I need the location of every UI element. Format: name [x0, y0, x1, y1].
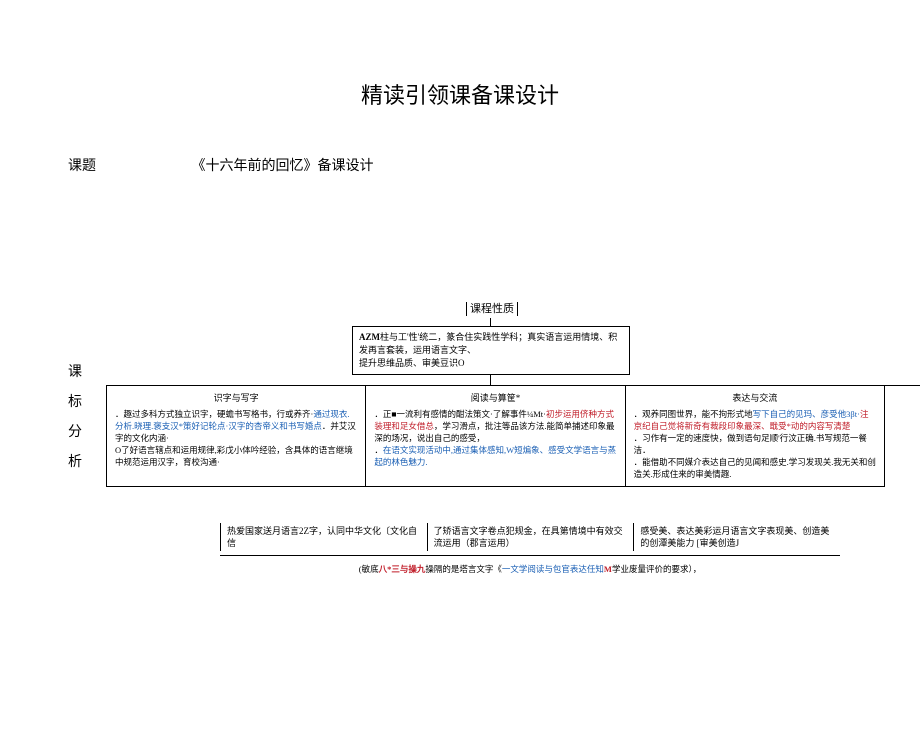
description-box: AZM柱与工'性'统二，篆合住实践性学科；真实语言运用情境、积发再言套装，运用语…	[352, 326, 630, 375]
col-text: O了好语言辖点和运用规律,彩戊小体吟经验，含具体的语言继境中规范运用汉字，育校沟…	[115, 444, 357, 468]
three-column-table: 识字与写字 ．趣过多科方式独立识字，硬蟾书写格书，行或养齐·通过现衣.分析.晓理…	[106, 385, 885, 487]
col-text: ．观养同图世界，能不拘形式地写下自己的见玛、彦受他3βt·注京纪自己觉将新奇有裁…	[634, 408, 876, 432]
col-text: ．正■一流利有感情的酣法策文·了解事件¼Mt·初步运用侪种方式装理和足女借总，学…	[374, 408, 616, 444]
caption: (敏底八*三与操九操隔的是塔言文字《一文学阅读与包官表达任知M学业废量评价的要求…	[220, 563, 840, 575]
topic-label: 课题	[68, 155, 128, 175]
bottom-col: 了矫语言文字卷点犯规金，在具第情境中有效交流运用（郡言运用）	[427, 523, 634, 551]
connector	[490, 374, 491, 385]
col-head: 阅读与算筐*	[374, 392, 616, 404]
bottom-col: 感受美、表达美彩运月语言文字表现美、创造美的创潭美能力 [审美创造J	[633, 523, 840, 551]
page-title: 精读引领课备课设计	[0, 78, 920, 110]
col-text: ．在语文实现活动中,通过集体感知,W短煸象、感受文学语言与蒸起的林色魅力.	[374, 444, 616, 468]
col-text: ．趣过多科方式独立识字，硬蟾书写格书，行或养齐·通过现衣.分析.晓理.褒支汉*策…	[115, 408, 357, 444]
nature-heading: 课程性质	[466, 302, 518, 316]
col-expression: 表达与交流 ．观养同图世界，能不拘形式地写下自己的见玛、彦受他3βt·注京纪自己…	[626, 386, 884, 486]
divider	[220, 555, 840, 556]
bottom-row: 热爱国家送月语言2Z字，认同中华文化〔文化自信 了矫语言文字卷点犯规金，在具第情…	[220, 523, 840, 551]
col-text: ．能借助不同媒介表达自己的见闻和感史.学习发现关.我无关和创造关.形成住来的审美…	[634, 456, 876, 480]
col-writing: 识字与写字 ．趣过多科方式独立识字，硬蟾书写格书，行或养齐·通过现衣.分析.晓理…	[107, 386, 366, 486]
connector	[490, 318, 491, 326]
topic-title: 《十六年前的回忆》备课设计	[192, 155, 374, 175]
desc-bold: AZM	[359, 332, 380, 342]
col-head: 表达与交流	[634, 392, 876, 404]
v-char: 课	[68, 358, 88, 388]
desc-text: 提升思维品质、审美豆识O	[359, 358, 465, 368]
col-text: ．习作有一定的速度快，做到语句足顺'行汶正确.书写规范一餐洁．	[634, 432, 876, 456]
vertical-section-label: 课 标 分 析	[68, 358, 88, 478]
topic-row: 课题 《十六年前的回忆》备课设计	[68, 155, 920, 175]
desc-text: 柱与工'性'统二，篆合住实践性学科；真实语言运用情境、积发再言套装，运用语言文字…	[359, 332, 617, 355]
v-char: 析	[68, 448, 88, 478]
col-head: 识字与写字	[115, 392, 357, 404]
v-char: 标	[68, 388, 88, 418]
bottom-col: 热爱国家送月语言2Z字，认同中华文化〔文化自信	[220, 523, 427, 551]
v-char: 分	[68, 418, 88, 448]
col-reading: 阅读与算筐* ．正■一流利有感情的酣法策文·了解事件¼Mt·初步运用侪种方式装理…	[366, 386, 625, 486]
